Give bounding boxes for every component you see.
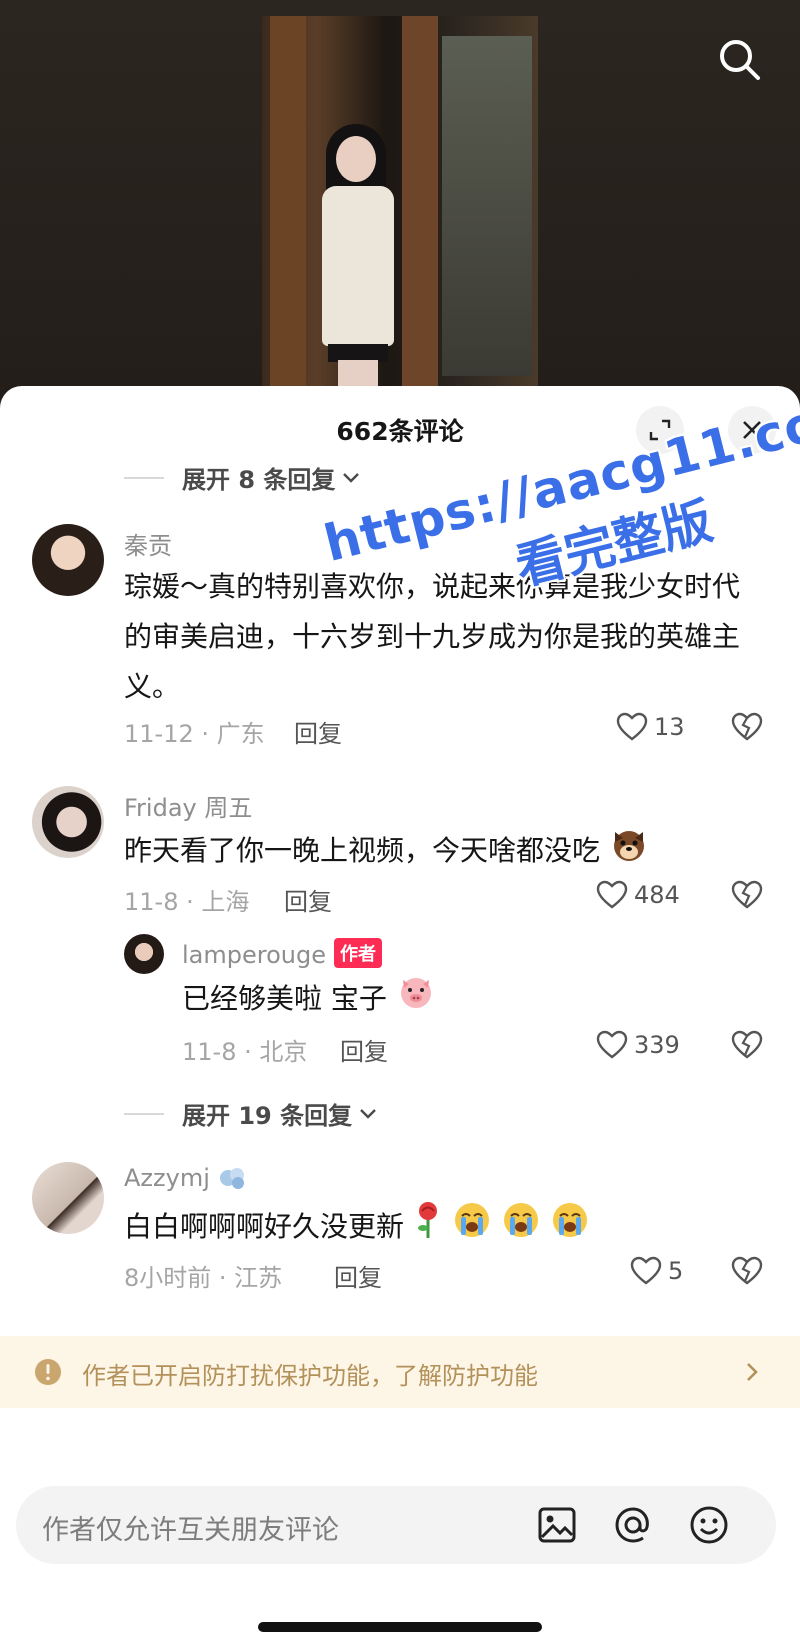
comment-username[interactable]: Friday 周五 xyxy=(124,788,252,823)
chevron-right-icon xyxy=(747,1363,758,1381)
comment-username[interactable]: 秦贡 xyxy=(124,526,172,561)
search-icon[interactable] xyxy=(716,36,764,84)
dislike-button[interactable] xyxy=(730,712,764,746)
reply-meta: 11-8 · 北京 xyxy=(182,1038,308,1066)
dislike-button[interactable] xyxy=(730,880,764,914)
sheet-header: 662条评论 xyxy=(0,386,800,466)
protection-notice[interactable]: 作者已开启防打扰保护功能，了解防护功能 xyxy=(0,1336,800,1408)
broken-heart-icon xyxy=(731,880,763,909)
mention-icon[interactable] xyxy=(612,1504,654,1546)
comment-sheet: 662条评论 展开 8 条回复 秦贡 琮媛～真的特别喜欢你，说起来你算是我少女时… xyxy=(0,386,800,1652)
expand-replies-label: 展开 19 条回复 xyxy=(182,1102,353,1130)
comment-text-row: 昨天看了你一晚上视频，今天啥都没吃 xyxy=(124,824,764,880)
comment-text-row: 白白啊啊啊好久没更新 xyxy=(124,1200,764,1256)
reply-button[interactable]: 回复 xyxy=(294,714,342,749)
comment-username-row: Azzymj xyxy=(124,1164,248,1192)
expand-replies-button[interactable]: 展开 8 条回复 xyxy=(124,460,361,495)
emoji-picker-icon[interactable] xyxy=(688,1504,730,1546)
comment-username[interactable]: Azzymj xyxy=(124,1164,210,1192)
heart-icon xyxy=(616,712,648,741)
pig-face-emoji xyxy=(396,972,436,1028)
avatar[interactable] xyxy=(32,786,104,858)
reply-text-row: 已经够美啦 宝子 xyxy=(182,972,742,1028)
reply-button[interactable]: 回复 xyxy=(340,1032,388,1067)
reply-button[interactable]: 回复 xyxy=(334,1258,382,1293)
like-button[interactable]: 484 xyxy=(596,880,680,910)
like-count: 339 xyxy=(634,1031,680,1059)
broken-heart-icon xyxy=(731,1256,763,1285)
reply-username-row: lamperouge 作者 xyxy=(182,938,382,969)
like-button[interactable]: 339 xyxy=(596,1030,680,1060)
close-icon xyxy=(743,421,761,439)
comment-meta: 11-8 · 上海 xyxy=(124,888,250,916)
fullscreen-button[interactable] xyxy=(636,406,684,454)
comment-text: 昨天看了你一晚上视频，今天啥都没吃 xyxy=(124,834,601,867)
avatar[interactable] xyxy=(32,524,104,596)
avatar[interactable] xyxy=(32,1162,104,1234)
divider xyxy=(124,1112,164,1115)
close-button[interactable] xyxy=(728,406,776,454)
comment-meta: 11-12 · 广东 xyxy=(124,720,265,748)
warning-icon xyxy=(35,1359,61,1385)
avatar[interactable] xyxy=(124,934,164,974)
crying-face-emoji xyxy=(550,1200,590,1256)
comment-meta: 8小时前 · 江苏 xyxy=(124,1264,283,1292)
heart-icon xyxy=(596,1030,628,1059)
comment-text: 白白啊啊啊好久没更新 xyxy=(124,1210,405,1243)
comment-text: 琮媛～真的特别喜欢你，说起来你算是我少女时代的审美启迪，十六岁到十九岁成为你是我… xyxy=(124,570,741,703)
like-count: 484 xyxy=(634,881,680,909)
reply-button[interactable]: 回复 xyxy=(284,882,332,917)
dislike-button[interactable] xyxy=(730,1030,764,1064)
broken-heart-icon xyxy=(731,712,763,741)
heart-icon xyxy=(630,1256,662,1285)
chevron-down-icon xyxy=(360,1108,376,1119)
home-indicator[interactable] xyxy=(258,1622,542,1632)
divider xyxy=(124,476,164,479)
video-preview[interactable] xyxy=(0,0,800,400)
like-count: 13 xyxy=(654,713,685,741)
comment-input[interactable]: 作者仅允许互关朋友评论 xyxy=(42,1508,339,1547)
dash-emoji xyxy=(219,1168,244,1189)
chevron-down-icon xyxy=(343,472,360,483)
crying-face-emoji xyxy=(452,1200,492,1256)
reply-username[interactable]: lamperouge xyxy=(182,941,326,969)
rose-emoji xyxy=(413,1200,443,1256)
heart-icon xyxy=(596,880,628,909)
video-thumbnail xyxy=(262,16,538,400)
expand-replies-button[interactable]: 展开 19 条回复 xyxy=(124,1096,378,1131)
expand-replies-label: 展开 8 条回复 xyxy=(182,466,336,494)
reply-text: 已经够美啦 宝子 xyxy=(182,982,387,1015)
author-badge: 作者 xyxy=(334,938,382,968)
expand-icon xyxy=(649,419,671,441)
crying-face-emoji xyxy=(501,1200,541,1256)
like-button[interactable]: 13 xyxy=(616,712,685,742)
dog-face-emoji xyxy=(609,824,649,880)
dislike-button[interactable] xyxy=(730,1256,764,1290)
broken-heart-icon xyxy=(731,1030,763,1059)
image-icon[interactable] xyxy=(536,1504,578,1546)
notice-text: 作者已开启防打扰保护功能，了解防护功能 xyxy=(82,1362,538,1390)
comment-input-bar: 作者仅允许互关朋友评论 xyxy=(16,1486,776,1564)
like-button[interactable]: 5 xyxy=(630,1256,683,1286)
like-count: 5 xyxy=(668,1257,684,1285)
